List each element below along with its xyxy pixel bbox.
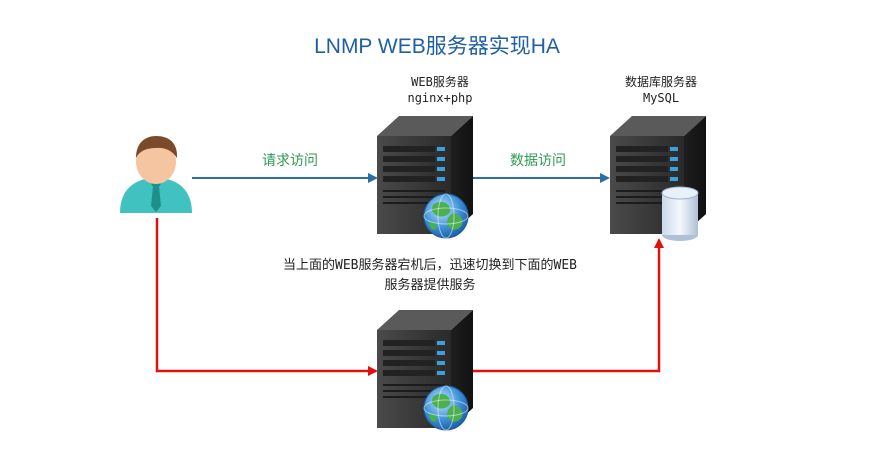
failover-data-arrow xyxy=(473,238,664,373)
globe-icon xyxy=(423,193,469,239)
globe-icon xyxy=(423,385,469,431)
database-cylinder-icon xyxy=(661,186,699,241)
diagram-canvas xyxy=(120,116,706,431)
user-icon xyxy=(120,136,192,213)
failover-request-arrow xyxy=(155,218,378,376)
